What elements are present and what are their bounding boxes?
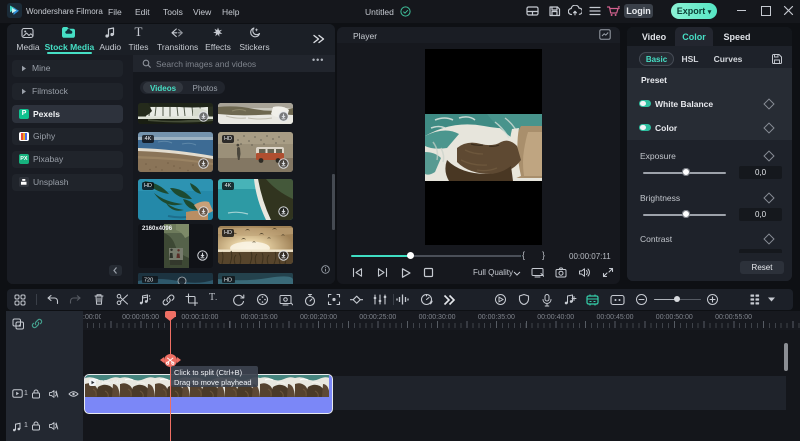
svg-text:HD: HD bbox=[224, 278, 232, 284]
svg-text:720: 720 bbox=[144, 278, 153, 284]
